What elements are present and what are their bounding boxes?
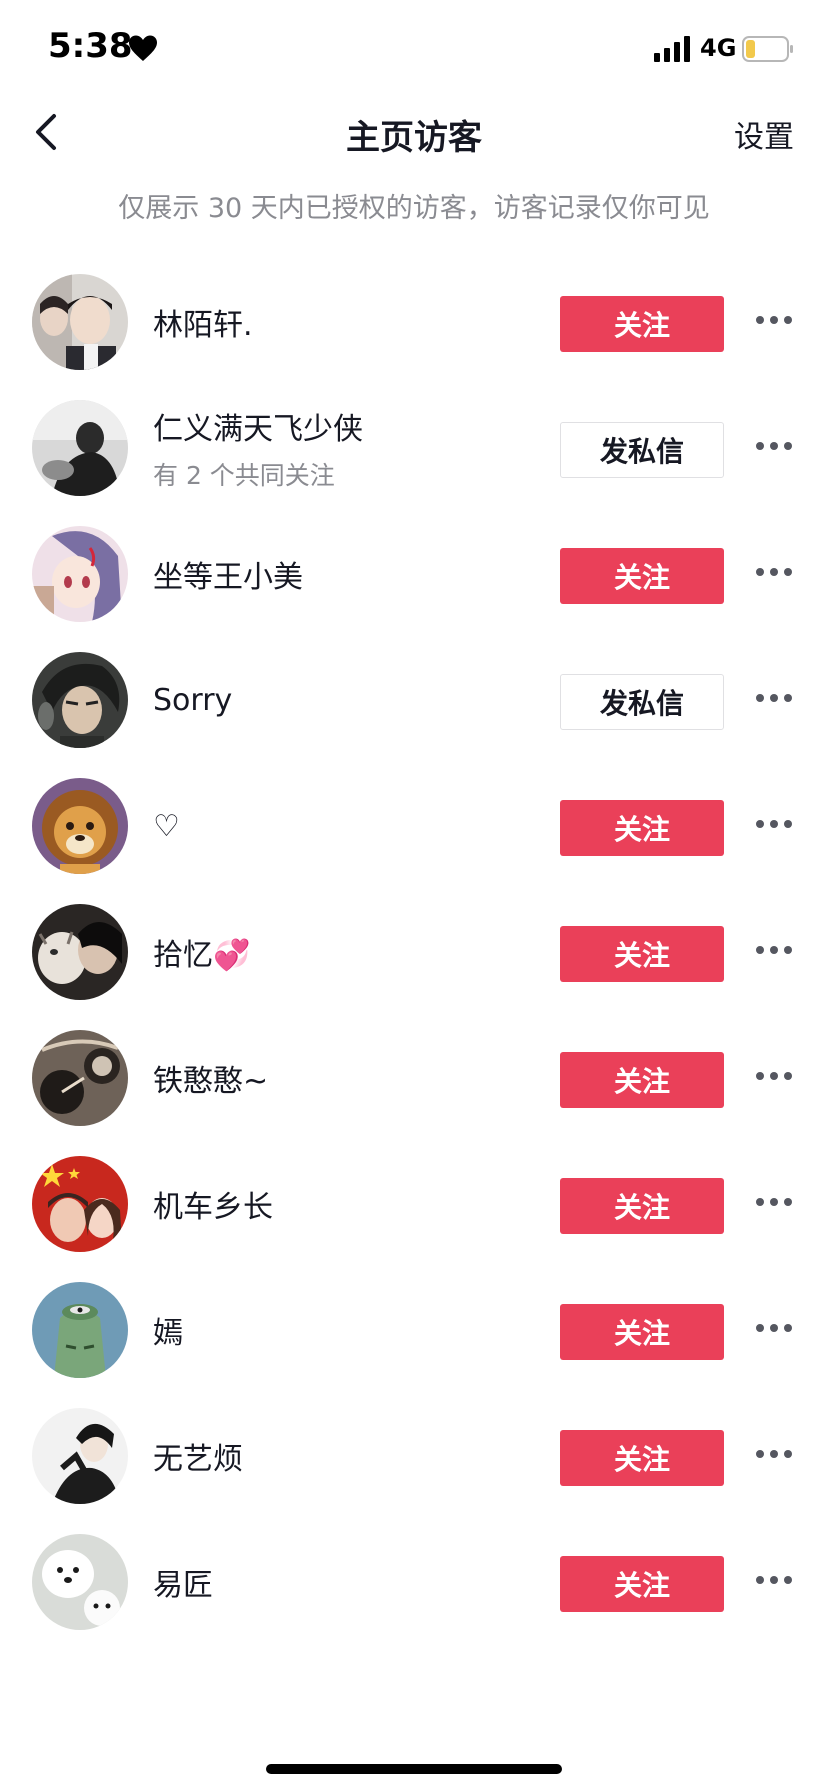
signal-icon (654, 36, 690, 62)
follow-button[interactable]: 关注 (560, 296, 724, 352)
visitor-row[interactable]: 嫣 关注 (0, 1258, 828, 1402)
more-options-icon[interactable] (756, 562, 796, 582)
more-options-icon[interactable] (756, 940, 796, 960)
heart-icon (129, 35, 157, 61)
avatar[interactable] (32, 526, 128, 622)
more-options-icon[interactable] (756, 436, 796, 456)
battery-icon (742, 36, 793, 62)
follow-button[interactable]: 关注 (560, 926, 724, 982)
message-button[interactable]: 发私信 (560, 422, 724, 478)
visitor-row[interactable]: 仁义满天飞少侠 有 2 个共同关注 发私信 (0, 376, 828, 520)
visitor-row[interactable]: 无艺烦 关注 (0, 1384, 828, 1528)
network-type-label: 4G (700, 34, 737, 62)
page-title: 主页访客 (346, 118, 482, 158)
avatar[interactable] (32, 400, 128, 496)
more-options-icon[interactable] (756, 688, 796, 708)
more-options-icon[interactable] (756, 1318, 796, 1338)
visitor-name: 机车乡长 (153, 1190, 273, 1225)
visitor-row[interactable]: 林陌轩. 关注 (0, 250, 828, 394)
visitor-row[interactable]: 坐等王小美 关注 (0, 502, 828, 646)
visitor-name: 易匠 (153, 1568, 213, 1603)
visitor-name: 坐等王小美 (153, 560, 303, 595)
visitor-row[interactable]: 机车乡长 关注 (0, 1132, 828, 1276)
more-options-icon[interactable] (756, 814, 796, 834)
home-indicator[interactable] (266, 1764, 562, 1774)
visitor-name: ♡ (153, 808, 180, 844)
visitor-row[interactable]: 拾忆💞 关注 (0, 880, 828, 1024)
more-options-icon[interactable] (756, 1066, 796, 1086)
follow-button[interactable]: 关注 (560, 1178, 724, 1234)
avatar[interactable] (32, 1282, 128, 1378)
visitor-row[interactable]: 易匠 关注 (0, 1510, 828, 1654)
follow-button[interactable]: 关注 (560, 1052, 724, 1108)
more-options-icon[interactable] (756, 1444, 796, 1464)
visitor-name: 无艺烦 (153, 1442, 243, 1477)
follow-button[interactable]: 关注 (560, 548, 724, 604)
follow-button[interactable]: 关注 (560, 800, 724, 856)
follow-button[interactable]: 关注 (560, 1430, 724, 1486)
message-button[interactable]: 发私信 (560, 674, 724, 730)
visitor-row[interactable]: 铁憨憨~ 关注 (0, 1006, 828, 1150)
avatar[interactable] (32, 1156, 128, 1252)
follow-button[interactable]: 关注 (560, 1556, 724, 1612)
avatar[interactable] (32, 652, 128, 748)
more-options-icon[interactable] (756, 310, 796, 330)
visitor-name: 林陌轩. (153, 308, 253, 343)
mutual-follow-count: 有 2 个共同关注 (153, 461, 335, 490)
visitor-name: 仁义满天飞少侠 (153, 412, 363, 447)
nav-bar: 主页访客 设置 (0, 100, 828, 164)
status-time: 5:38 (48, 26, 133, 66)
visitor-name: 拾忆💞 (153, 938, 251, 973)
avatar[interactable] (32, 1408, 128, 1504)
more-options-icon[interactable] (756, 1192, 796, 1212)
privacy-notice: 仅展示 30 天内已授权的访客，访客记录仅你可见 (118, 193, 710, 224)
settings-link[interactable]: 设置 (734, 112, 794, 156)
visitor-row[interactable]: Sorry 发私信 (0, 628, 828, 772)
status-bar: 5:38 4G (0, 0, 828, 100)
follow-button[interactable]: 关注 (560, 1304, 724, 1360)
visitor-row[interactable]: ♡ 关注 (0, 754, 828, 898)
avatar[interactable] (32, 778, 128, 874)
avatar[interactable] (32, 274, 128, 370)
visitor-name: 嫣 (153, 1316, 183, 1351)
avatar[interactable] (32, 1534, 128, 1630)
avatar[interactable] (32, 904, 128, 1000)
visitor-name: Sorry (153, 682, 233, 718)
more-options-icon[interactable] (756, 1570, 796, 1590)
visitor-name: 铁憨憨~ (153, 1064, 269, 1099)
avatar[interactable] (32, 1030, 128, 1126)
